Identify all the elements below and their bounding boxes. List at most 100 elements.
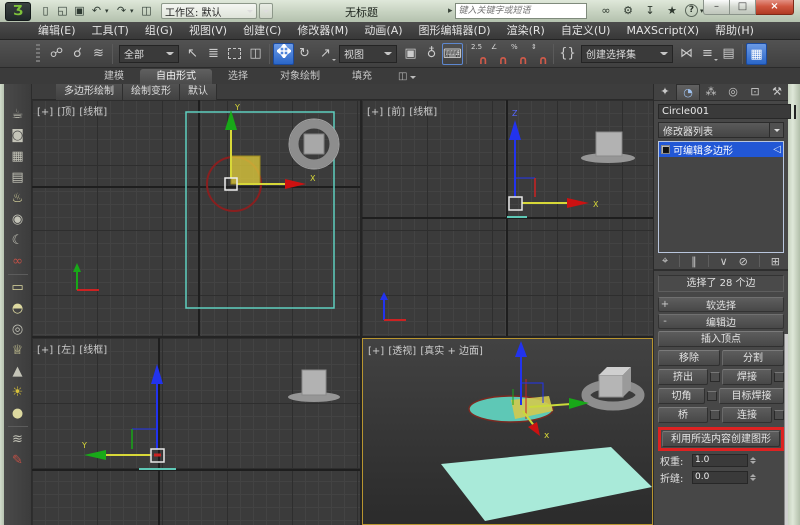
- menu-modifiers[interactable]: 修改器(M): [289, 22, 356, 40]
- keyboard-shortcut-override-icon[interactable]: ⌨: [442, 43, 463, 65]
- viewport-menu-shading[interactable]: [真实 + 边面]: [420, 346, 483, 357]
- extrude-button[interactable]: 挤出: [658, 369, 708, 385]
- lamp-icon[interactable]: ♨: [7, 188, 29, 209]
- reference-coordinate-system-dropdown[interactable]: 视图: [339, 45, 397, 63]
- configure-modifier-sets-icon[interactable]: ⊞: [771, 255, 780, 268]
- use-pivot-point-center-icon[interactable]: ▣: [400, 43, 421, 65]
- unlink-selection-icon[interactable]: ☌: [67, 43, 88, 65]
- show-end-result-icon[interactable]: ∥: [691, 255, 697, 268]
- weld-settings-button[interactable]: [774, 372, 784, 382]
- render-preview-icon[interactable]: ◙: [7, 125, 29, 146]
- transform-gizmo[interactable]: x: [513, 341, 589, 441]
- sphere-icon[interactable]: ●: [7, 403, 29, 424]
- stack-edit-icon[interactable]: ◁: [773, 144, 781, 155]
- select-and-scale-icon[interactable]: ↗: [315, 43, 336, 65]
- menu-animation[interactable]: 动画(A): [356, 22, 410, 40]
- menu-group[interactable]: 组(G): [137, 22, 181, 40]
- search-input[interactable]: [455, 3, 587, 19]
- menu-help[interactable]: 帮助(H): [707, 22, 762, 40]
- crease-spinner-arrows[interactable]: [750, 471, 756, 484]
- selection-filter-dropdown[interactable]: 全部: [119, 45, 179, 63]
- transform-gizmo[interactable]: Y: [81, 364, 164, 462]
- create-tab-icon[interactable]: ✦: [654, 84, 676, 100]
- spinner-snap-toggle-icon[interactable]: ⇕ ∩: [530, 43, 550, 65]
- viewport-menu-view[interactable]: [左]: [57, 345, 75, 356]
- open-file-icon[interactable]: ◱: [54, 3, 71, 19]
- viewport-perspective[interactable]: [+] [透视] [真实 + 边面]: [362, 338, 653, 525]
- pin-stack-icon[interactable]: ⌖: [662, 254, 668, 268]
- utilities-tab-icon[interactable]: ⚒: [766, 84, 788, 100]
- communication-center-icon[interactable]: ↧: [639, 2, 661, 19]
- cone-icon[interactable]: ▲: [7, 361, 29, 382]
- select-object-icon[interactable]: ↖: [182, 43, 203, 65]
- plane-object[interactable]: [441, 447, 652, 521]
- dome-icon[interactable]: ◓: [7, 298, 29, 319]
- maximize-button[interactable]: □: [730, 0, 756, 15]
- split-button[interactable]: 分割: [722, 350, 784, 366]
- menu-graph-editors[interactable]: 图形编辑器(D): [411, 22, 499, 40]
- ribbon-toggle-icon[interactable]: ▦: [746, 43, 767, 65]
- weight-value-field[interactable]: 1.0: [692, 454, 748, 467]
- remove-button[interactable]: 移除: [658, 350, 720, 366]
- bridge-settings-button[interactable]: [710, 410, 720, 420]
- subtab-polydraw[interactable]: 多边形绘制: [56, 84, 123, 100]
- viewport-menu-view[interactable]: [透视]: [388, 346, 416, 357]
- search-communities-icon[interactable]: ∞: [595, 2, 617, 19]
- select-and-rotate-icon[interactable]: ↻: [294, 43, 315, 65]
- subtab-paint-deform[interactable]: 绘制变形: [123, 84, 180, 100]
- hierarchy-tab-icon[interactable]: ⁂: [700, 84, 722, 100]
- viewport-menu-shading[interactable]: [线框]: [79, 345, 107, 356]
- crease-value-field[interactable]: 0.0: [692, 471, 748, 484]
- ribbon-tab-modeling[interactable]: 建模: [88, 69, 140, 84]
- menu-customize[interactable]: 自定义(U): [553, 22, 619, 40]
- layer-manager-icon[interactable]: ▤: [718, 43, 739, 65]
- pen-icon[interactable]: ✎: [7, 450, 29, 471]
- viewport-menu-plus[interactable]: [+]: [367, 107, 383, 118]
- workspace-dropdown[interactable]: 工作区: 默认: [161, 3, 257, 19]
- menu-maxscript[interactable]: MAXScript(X): [618, 22, 707, 40]
- menu-edit[interactable]: 编辑(E): [30, 22, 84, 40]
- box-on-disc-object[interactable]: [288, 370, 340, 402]
- max-logo-button[interactable]: Ʒ: [5, 2, 31, 21]
- new-file-icon[interactable]: ▯: [37, 3, 54, 19]
- remove-modifier-icon[interactable]: ⊘: [739, 255, 748, 268]
- target-weld-button[interactable]: 目标焊接: [719, 388, 784, 404]
- help-icon[interactable]: ?: [685, 4, 698, 17]
- ribbon-tab-selection[interactable]: 选择: [212, 69, 264, 84]
- minimize-button[interactable]: –: [703, 0, 730, 15]
- save-file-icon[interactable]: ▣: [71, 3, 88, 19]
- spreadsheet-icon[interactable]: ▦: [7, 146, 29, 167]
- insert-vertex-button[interactable]: 插入顶点: [658, 331, 784, 347]
- stack-item-editable-poly[interactable]: ■ 可编辑多边形 ◁: [659, 142, 783, 157]
- redo-icon[interactable]: ↷: [113, 3, 130, 19]
- exchange-apps-icon[interactable]: ⚙: [617, 2, 639, 19]
- menu-tools[interactable]: 工具(T): [84, 22, 137, 40]
- viewport-menu-shading[interactable]: [线框]: [409, 107, 437, 118]
- favorites-icon[interactable]: ★: [661, 2, 683, 19]
- selected-face-highlight[interactable]: [231, 156, 260, 184]
- connect-button[interactable]: 连接: [722, 407, 772, 423]
- viewport-menu-plus[interactable]: [+]: [368, 346, 384, 357]
- undo-icon[interactable]: ↶: [88, 3, 105, 19]
- selected-disc-object[interactable]: [469, 396, 553, 422]
- viewport-menu-view[interactable]: [顶]: [57, 107, 75, 118]
- search-expand-icon[interactable]: ▸: [448, 6, 453, 16]
- sun-icon[interactable]: ☀: [7, 382, 29, 403]
- waves-icon[interactable]: ≋: [7, 429, 29, 450]
- teapot-icon[interactable]: ☕: [7, 104, 29, 125]
- chamfer-button[interactable]: 切角: [658, 388, 705, 404]
- rectangular-selection-region-icon[interactable]: [228, 48, 241, 59]
- select-and-link-icon[interactable]: ☍: [46, 43, 67, 65]
- ribbon-tab-populate[interactable]: 填充: [336, 69, 388, 84]
- align-icon[interactable]: ≡: [697, 43, 718, 65]
- viewport-menu-plus[interactable]: [+]: [37, 107, 53, 118]
- moon-icon[interactable]: ☾: [7, 230, 29, 251]
- ring-box-object[interactable]: [289, 119, 339, 169]
- ribbon-tab-object-paint[interactable]: 对象绘制: [264, 69, 336, 84]
- subtab-defaults[interactable]: 默认: [180, 84, 217, 100]
- box-on-torus-object[interactable]: [583, 367, 643, 408]
- rounded-rect-icon[interactable]: ▭: [7, 277, 29, 298]
- weight-spinner-arrows[interactable]: [750, 454, 756, 467]
- object-name-field[interactable]: [658, 104, 791, 119]
- modifier-stack[interactable]: ■ 可编辑多边形 ◁: [658, 141, 784, 253]
